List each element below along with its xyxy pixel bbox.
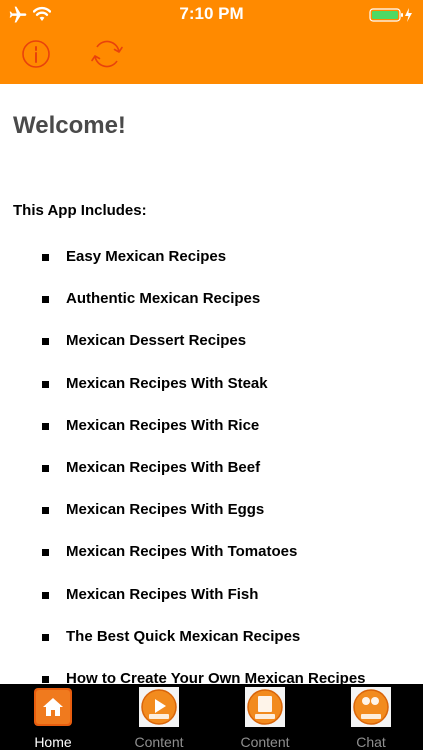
tab-bar: Home Content Content Chat [0, 684, 423, 750]
status-bar: 7:10 PM [0, 0, 423, 30]
home-icon [34, 688, 72, 726]
bullet-icon [42, 633, 49, 641]
video-icon [139, 687, 179, 727]
intro-text: This App Includes: [13, 202, 147, 219]
list-item-label: Mexican Recipes With Rice [66, 416, 260, 434]
bullet-icon [42, 422, 49, 430]
bullet-icon [42, 591, 49, 599]
list-item-label: Authentic Mexican Recipes [66, 290, 261, 308]
list-item-label: Mexican Recipes With Beef [66, 458, 261, 476]
tab-home[interactable]: Home [0, 684, 106, 750]
status-time: 7:10 PM [179, 4, 244, 23]
app-screen: 7:10 PM Welcome! This App Includes: Easy… [0, 0, 423, 750]
bullet-icon [42, 464, 49, 472]
battery-charging-icon [369, 8, 412, 22]
list-item-label: Mexican Recipes With Steak [66, 374, 268, 392]
list-item-label: Mexican Recipes With Tomatoes [66, 543, 298, 561]
list-item-label: Easy Mexican Recipes [66, 248, 227, 265]
bullet-icon [42, 675, 49, 683]
list-item-label: How to Create Your Own Mexican Recipes [66, 669, 366, 684]
bullet-icon [42, 296, 49, 304]
content-area[interactable]: Welcome! This App Includes: Easy Mexican… [0, 84, 423, 684]
bullet-icon [42, 380, 49, 388]
info-icon[interactable] [20, 38, 52, 70]
tab-content-label: Content [240, 734, 290, 750]
tab-chat-label: Chat [356, 734, 386, 750]
list-item-label: Mexican Dessert Recipes [66, 332, 247, 350]
tab-content-read[interactable]: Content [212, 684, 318, 750]
bullet-icon [42, 338, 49, 346]
tab-content-video[interactable]: Content [106, 684, 212, 750]
header-bar: 7:10 PM [0, 0, 423, 84]
bullet-icon [42, 254, 49, 261]
tab-content-label: Content [134, 734, 184, 750]
list-item-label: Mexican Recipes With Eggs [66, 501, 265, 519]
refresh-icon[interactable] [89, 36, 125, 72]
read-icon [245, 687, 285, 727]
tab-chat[interactable]: Chat [318, 684, 423, 750]
list-item-label: The Best Quick Mexican Recipes [66, 627, 301, 645]
page-title: Welcome! [13, 112, 126, 139]
tab-home-label: Home [34, 734, 72, 750]
list-item-label: Mexican Recipes With Fish [66, 585, 259, 603]
bullet-icon [42, 507, 49, 515]
chat-icon [351, 687, 391, 727]
bullet-icon [42, 549, 49, 557]
